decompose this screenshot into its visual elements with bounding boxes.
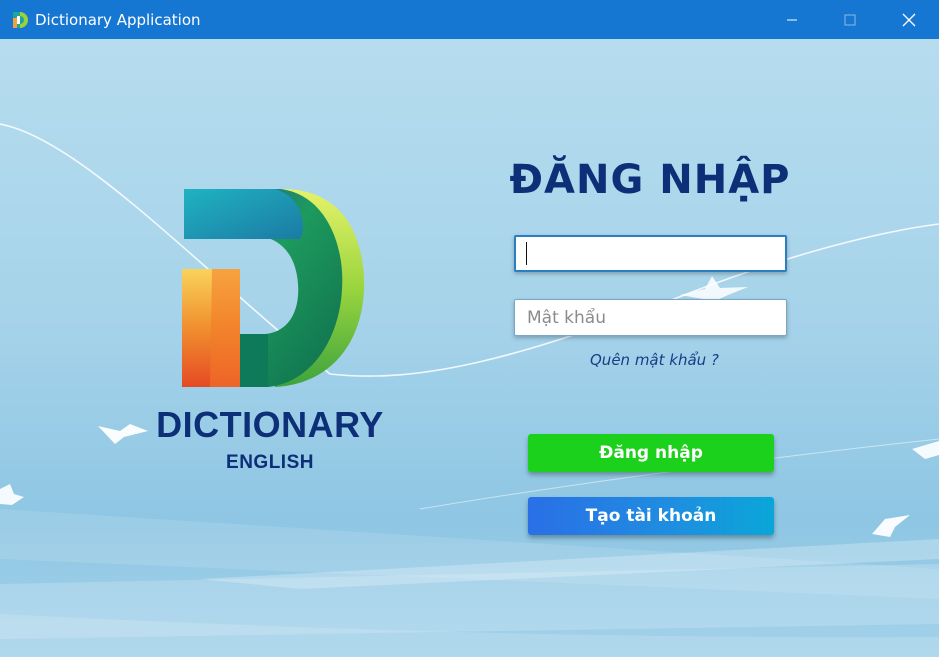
brand-block: DICTIONARY ENGLISH — [120, 404, 420, 474]
close-icon — [902, 13, 916, 26]
login-panel: DICTIONARY ENGLISH ĐĂNG NHẬP Quên mật kh… — [0, 39, 939, 657]
background-decoration — [0, 123, 939, 657]
create-account-button[interactable]: Tạo tài khoản — [528, 497, 774, 535]
app-window: Dictionary Application DICTIONARY ENGLIS… — [0, 0, 939, 657]
window-title: Dictionary Application — [35, 11, 201, 29]
username-input[interactable] — [514, 235, 787, 272]
title-bar[interactable]: Dictionary Application — [0, 0, 939, 39]
maximize-icon — [844, 14, 856, 25]
page-title: ĐĂNG NHẬP — [509, 157, 791, 203]
forgot-password-link[interactable]: Quên mật khẩu ? — [590, 351, 719, 369]
dictionary-d-logo-icon — [13, 12, 28, 28]
close-button[interactable] — [880, 0, 938, 39]
login-button[interactable]: Đăng nhập — [528, 434, 774, 472]
maximize-button[interactable] — [821, 0, 879, 39]
password-input[interactable] — [514, 299, 787, 336]
minimize-button[interactable] — [763, 0, 821, 39]
text-cursor — [526, 242, 527, 265]
minimize-icon — [787, 19, 797, 20]
brand-subtitle: ENGLISH — [226, 452, 314, 473]
dictionary-d-logo-icon — [182, 189, 365, 387]
brand-name: DICTIONARY — [156, 404, 384, 445]
